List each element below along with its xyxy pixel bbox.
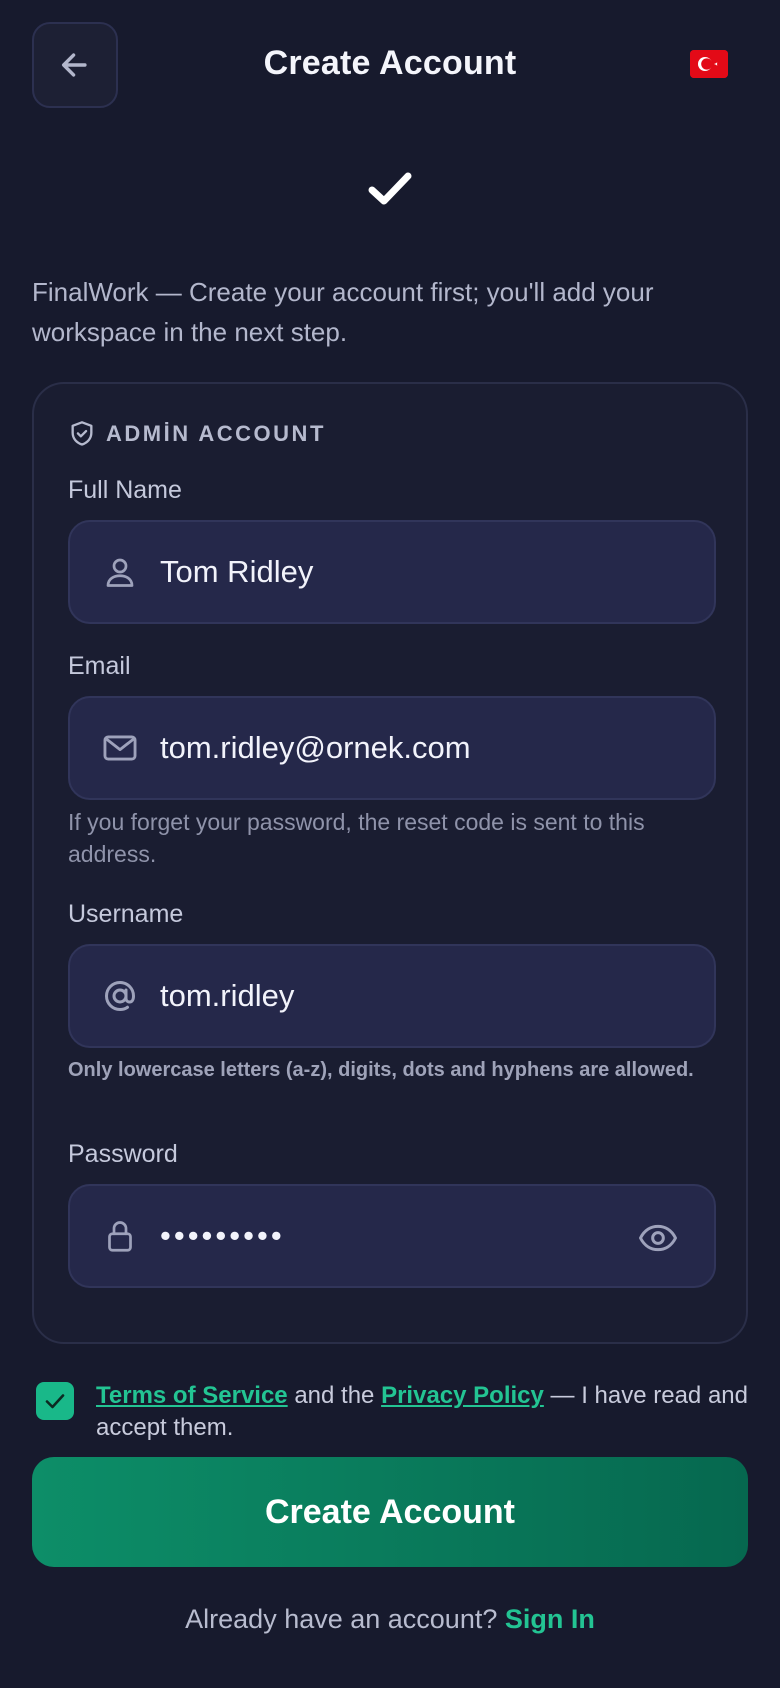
at-icon [100,976,140,1016]
check-icon [0,170,780,208]
intro-text: FinalWork — Create your account first; y… [32,277,654,347]
full-name-input[interactable]: Tom Ridley [68,520,716,624]
create-account-button[interactable]: Create Account [32,1457,748,1567]
admin-account-card: ADMİN ACCOUNT Full Name Tom Ridley Email… [32,382,748,1344]
email-hint: If you forget your password, the reset c… [68,809,645,867]
password-value: ••••••••• [160,1218,285,1253]
mail-icon [100,728,140,768]
password-input[interactable]: ••••••••• [68,1184,716,1288]
full-name-label: Full Name [68,476,182,504]
section-header: ADMİN ACCOUNT [68,420,326,448]
signin-prompt-text: Already have an account? [185,1604,505,1634]
terms-of-service-link[interactable]: Terms of Service [96,1382,288,1409]
username-input[interactable]: tom.ridley [68,944,716,1048]
signin-prompt: Already have an account? Sign In [0,1604,780,1635]
username-value: tom.ridley [160,978,295,1013]
section-label: ADMİN ACCOUNT [106,421,326,446]
username-label: Username [68,900,184,928]
turkey-flag-icon[interactable] [690,50,728,78]
page-title: Create Account [263,44,517,82]
checkmark-icon [45,1394,65,1409]
eye-icon[interactable] [638,1218,678,1258]
user-icon [100,552,140,592]
privacy-policy-link[interactable]: Privacy Policy [381,1382,544,1409]
full-name-value: Tom Ridley [160,554,314,589]
terms-middle: and the [287,1382,382,1409]
username-hint: Only lowercase letters (a-z), digits, do… [68,1059,694,1081]
app-header: Create Account [0,0,780,135]
sign-in-link[interactable]: Sign In [505,1604,595,1634]
email-value: tom.ridley@ornek.com [160,730,471,765]
lock-icon [100,1216,140,1256]
password-label: Password [68,1140,178,1168]
shield-check-icon [71,421,93,446]
email-input[interactable]: tom.ridley@ornek.com [68,696,716,800]
terms-text: Terms of Service and the Privacy Policy … [96,1380,756,1444]
email-label: Email [68,652,131,680]
terms-checkbox[interactable] [36,1382,74,1420]
